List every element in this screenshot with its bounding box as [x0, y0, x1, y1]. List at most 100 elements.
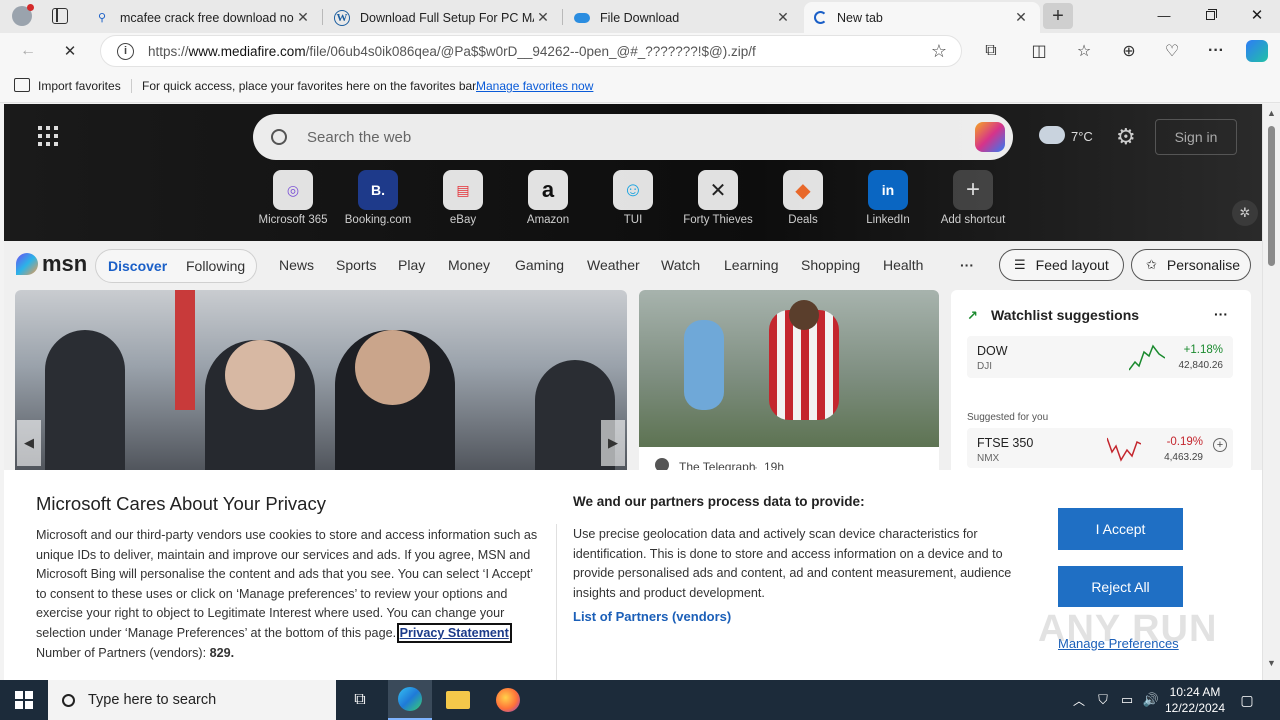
nav-shopping[interactable]: Shopping [801, 257, 860, 273]
import-favorites-icon[interactable] [14, 78, 30, 92]
close-window-button[interactable]: ✕ [1245, 6, 1269, 24]
nav-sports[interactable]: Sports [336, 257, 376, 273]
tab-search[interactable]: ⚲ mcafee crack free download no v ✕ [84, 2, 322, 33]
msn-logo[interactable]: msn [16, 251, 87, 277]
nav-money[interactable]: Money [448, 257, 490, 273]
nav-watch[interactable]: Watch [661, 257, 700, 273]
background-customize-icon[interactable]: ✲ [1232, 200, 1258, 226]
scroll-thumb[interactable] [1268, 126, 1275, 266]
task-view-icon[interactable]: ⧉ [338, 680, 382, 720]
taskbar-search-input[interactable]: Type here to search [88, 692, 216, 708]
page-scrollbar[interactable]: ▲ ▼ [1262, 104, 1280, 680]
restore-button[interactable] [1199, 8, 1223, 24]
favorite-star-icon[interactable]: ☆ [931, 41, 947, 62]
shortcut-label: Deals [788, 214, 818, 226]
nav-gaming[interactable]: Gaming [515, 257, 564, 273]
web-search-box[interactable]: Search the web [253, 114, 1013, 160]
collections-icon[interactable]: ⊕ [1115, 39, 1143, 63]
stock-symbol: FTSE 350 [977, 436, 1034, 450]
news-card-telegraph[interactable]: The Telegraph · 19h [639, 290, 939, 480]
stock-symbol: DOW [977, 344, 1008, 358]
start-button[interactable] [0, 680, 48, 720]
privacy-statement-link[interactable]: Privacy Statement [396, 622, 512, 643]
profile-icon[interactable] [12, 4, 34, 26]
weather-cloud-icon[interactable] [1039, 126, 1065, 144]
watchlist-item[interactable]: DOW DJI +1.18% 42,840.26 [967, 336, 1233, 378]
edge-taskbar-icon[interactable] [388, 680, 432, 720]
volume-icon[interactable]: 🔊 [1140, 680, 1162, 720]
nav-play[interactable]: Play [398, 257, 425, 273]
shortcut-forty-thieves[interactable]: ✕ Forty Thieves [676, 170, 760, 226]
favorites-icon[interactable]: ☆ [1070, 39, 1098, 63]
suggested-stock-item[interactable]: FTSE 350 NMX -0.19% 4,463.29 + [967, 428, 1233, 468]
network-icon[interactable]: ▭ [1116, 680, 1138, 720]
tab-new-tab[interactable]: New tab ✕ [804, 2, 1040, 33]
settings-more-icon[interactable]: ··· [1202, 39, 1230, 63]
nav-weather[interactable]: Weather [587, 257, 640, 273]
browser-toolbar: ← ✕ i https://www.mediafire.com/file/06u… [0, 33, 1280, 70]
close-icon[interactable]: ✕ [534, 9, 552, 26]
carousel-next-button[interactable]: ▶ [601, 420, 625, 466]
scroll-up-arrow-icon[interactable]: ▲ [1267, 108, 1276, 118]
split-screen-icon[interactable]: ◫ [1025, 39, 1053, 63]
shortcut-booking[interactable]: B. Booking.com [336, 170, 420, 226]
add-to-watchlist-icon[interactable]: + [1213, 438, 1227, 452]
windows-logo-icon [15, 691, 33, 709]
sign-in-button[interactable]: Sign in [1155, 119, 1237, 155]
shortcut-linkedin[interactable]: in LinkedIn [846, 170, 930, 226]
personalise-button[interactable]: ✩ Personalise [1131, 249, 1251, 281]
firefox-icon[interactable] [486, 680, 530, 720]
top-story-carousel[interactable]: ◀ ▶ [15, 290, 627, 480]
loading-icon [814, 11, 827, 24]
back-arrow-icon[interactable]: ← [14, 39, 42, 63]
minimize-button[interactable]: — [1152, 8, 1176, 23]
system-clock[interactable]: 10:24 AM 12/22/2024 [1164, 684, 1226, 716]
linkedin-icon: in [868, 170, 908, 210]
browser-essentials-icon[interactable]: ♡ [1158, 39, 1186, 63]
accept-button[interactable]: I Accept [1058, 508, 1183, 550]
shortcut-ebay[interactable]: ▤ eBay [421, 170, 505, 226]
feed-layout-button[interactable]: ☰ Feed layout [999, 249, 1124, 281]
settings-gear-icon[interactable]: ⚙ [1116, 124, 1136, 150]
tab-actions-icon[interactable] [52, 8, 68, 24]
close-icon[interactable]: ✕ [1012, 9, 1030, 26]
tab-discover[interactable]: Discover [108, 258, 167, 274]
new-tab-button[interactable]: + [1043, 3, 1073, 29]
stop-loading-icon[interactable]: ✕ [56, 39, 84, 63]
copilot-icon[interactable] [1243, 39, 1271, 63]
shortcut-microsoft-365[interactable]: ◎ Microsoft 365 [251, 170, 335, 226]
extensions-icon[interactable]: ⧉ [977, 39, 1005, 63]
security-tray-icon[interactable]: ⛉ [1092, 680, 1114, 720]
close-icon[interactable]: ✕ [774, 9, 792, 26]
shortcut-amazon[interactable]: a Amazon [506, 170, 590, 226]
shortcut-deals[interactable]: ◆ Deals [761, 170, 845, 226]
address-bar[interactable]: i https://www.mediafire.com/file/06ub4s0… [100, 35, 962, 67]
stock-value: 4,463.29 [1164, 452, 1203, 463]
carousel-prev-button[interactable]: ◀ [17, 420, 41, 466]
weather-temperature[interactable]: 7°C [1071, 129, 1093, 144]
tab-file-download[interactable]: File Download ✕ [564, 2, 802, 33]
reject-all-button[interactable]: Reject All [1058, 566, 1183, 607]
apps-launcher-icon[interactable] [38, 126, 58, 146]
copilot-search-icon[interactable] [975, 122, 1005, 152]
close-icon[interactable]: ✕ [294, 9, 312, 26]
tab-following[interactable]: Following [186, 258, 245, 274]
scroll-down-arrow-icon[interactable]: ▼ [1267, 658, 1276, 668]
add-shortcut-button[interactable]: + Add shortcut [931, 170, 1015, 226]
nav-learning[interactable]: Learning [724, 257, 779, 273]
nav-more[interactable]: ··· [960, 257, 974, 273]
file-explorer-icon[interactable] [436, 680, 480, 720]
tab-download-full-setup[interactable]: W Download Full Setup For PC MAC ✕ [324, 2, 562, 33]
manage-favorites-link[interactable]: Manage favorites now [476, 79, 593, 93]
taskbar-search-box[interactable]: Type here to search [48, 680, 336, 720]
import-favorites-button[interactable]: Import favorites [38, 79, 121, 93]
site-info-icon[interactable]: i [117, 42, 134, 60]
show-hidden-icons[interactable]: ︿ [1068, 680, 1090, 720]
watchlist-more-button[interactable]: ··· [1214, 306, 1228, 322]
list-of-partners-link[interactable]: List of Partners (vendors) [573, 609, 731, 624]
shortcut-tui[interactable]: ☺ TUI [591, 170, 675, 226]
search-input[interactable]: Search the web [307, 129, 411, 146]
notification-center-icon[interactable]: ▢ [1234, 680, 1260, 720]
nav-health[interactable]: Health [883, 257, 923, 273]
nav-news[interactable]: News [279, 257, 314, 273]
